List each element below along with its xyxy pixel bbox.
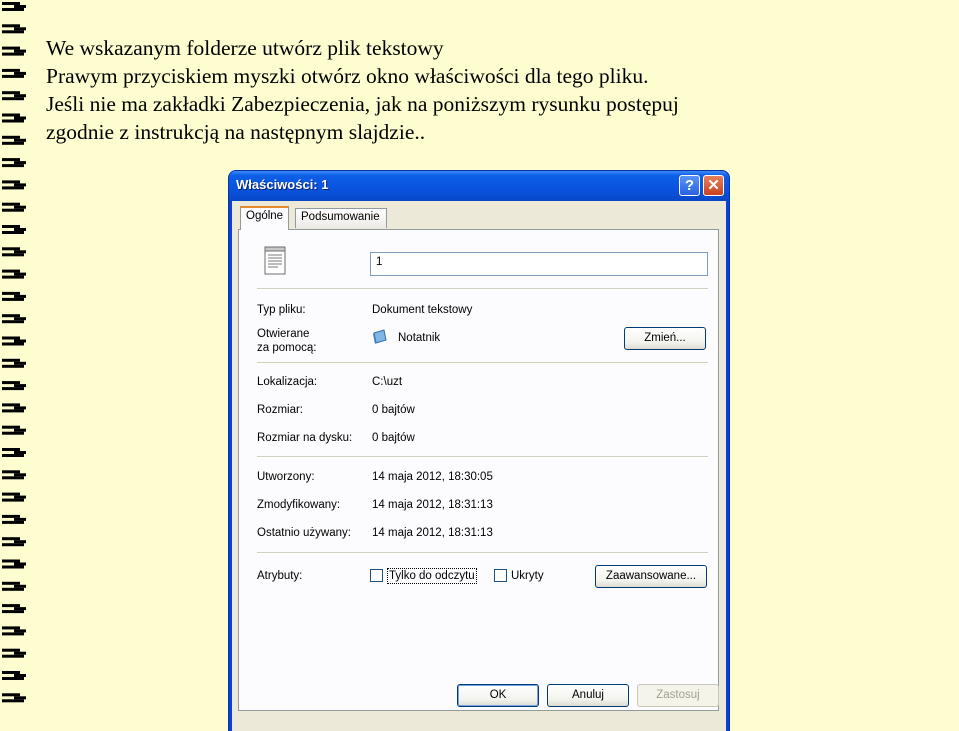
instruction-line: Prawym przyciskiem myszki otwórz okno wł… [46,64,649,88]
spiral-binding [2,2,26,703]
instruction-line: zgodnie z instrukcją na następnym slajdz… [46,120,426,144]
readonly-checkbox[interactable] [370,569,383,582]
dialog-title: Właściwości: 1 [236,177,329,192]
spiral-ring [2,158,26,168]
spiral-ring [2,381,26,391]
spiral-ring [2,425,26,435]
accessed-label: Ostatnio używany: [257,527,351,539]
spiral-ring [2,671,26,680]
location-label: Lokalizacja: [257,376,318,388]
spiral-ring [2,24,26,34]
dialog-client: Ogólne Podsumowanie 1 Typ pliku: Dokumen… [232,201,726,731]
apply-button[interactable]: Zastosuj [637,684,719,707]
close-button[interactable]: ✕ [703,175,724,196]
ok-button[interactable]: OK [457,684,539,707]
change-button[interactable]: Zmień... [624,327,706,350]
separator [257,456,708,458]
separator [257,552,708,554]
help-button[interactable]: ? [679,175,700,196]
properties-dialog: Właściwości: 1 ? ✕ Ogólne Podsumowanie 1… [229,171,729,731]
advanced-button[interactable]: Zaawansowane... [595,565,707,588]
spiral-ring [2,247,26,257]
separator [257,288,708,290]
spiral-ring [2,202,26,212]
spiral-ring [2,448,26,457]
spiral-ring [2,336,26,346]
spiral-ring [2,581,26,591]
slide-instructions: We wskazanym folderze utwórz plik teksto… [46,34,946,146]
spiral-ring [2,358,26,368]
spiral-ring [2,470,26,480]
spiral-ring [2,46,26,56]
file-type-label: Typ pliku: [257,304,306,316]
hidden-label[interactable]: Ukryty [511,569,544,583]
file-name-input[interactable]: 1 [370,252,708,276]
attributes-label: Atrybuty: [257,570,303,582]
modified-value: 14 maja 2012, 18:31:13 [372,499,493,511]
spiral-ring [2,291,26,301]
created-label: Utworzony: [257,471,315,483]
cancel-button[interactable]: Anuluj [547,684,629,707]
spiral-ring [2,68,26,78]
size-label: Rozmiar: [257,404,304,416]
spiral-ring [2,113,26,123]
tab-general[interactable]: Ogólne [240,206,290,230]
opens-with-label-line1: Otwierane [257,328,310,340]
spiral-ring [2,135,26,145]
spiral-ring [2,604,26,614]
location-value: C:\uzt [372,376,403,388]
tab-summary[interactable]: Podsumowanie [295,208,387,228]
readonly-label[interactable]: Tylko do odczytu [387,568,477,584]
spiral-ring [2,693,26,703]
opens-with-value: Notatnik [398,332,441,344]
spiral-ring [2,2,26,11]
accessed-value: 14 maja 2012, 18:31:13 [372,527,493,539]
spiral-ring [2,626,26,636]
general-tab-panel: 1 Typ pliku: Dokument tekstowy Otwierane… [238,229,719,711]
modified-label: Zmodyfikowany: [257,499,341,511]
spiral-ring [2,269,26,279]
spiral-ring [2,514,26,524]
spiral-ring [2,559,26,569]
spiral-ring [2,537,26,547]
size-value: 0 bajtów [372,404,415,416]
text-file-icon [264,246,286,275]
spiral-ring [2,314,26,324]
spiral-ring [2,91,26,101]
spiral-ring [2,492,26,502]
hidden-checkbox[interactable] [494,569,507,582]
spiral-ring [2,225,26,234]
instruction-line: We wskazanym folderze utwórz plik teksto… [46,36,444,60]
separator [257,362,708,364]
size-on-disk-value: 0 bajtów [372,432,415,444]
created-value: 14 maja 2012, 18:30:05 [372,471,493,483]
dialog-titlebar[interactable]: Właściwości: 1 ? ✕ [229,171,729,201]
spiral-ring [2,403,26,413]
spiral-ring [2,180,26,190]
spiral-ring [2,648,26,658]
instruction-line: Jeśli nie ma zakładki Zabezpieczenia, ja… [46,92,679,116]
opens-with-label-line2: za pomocą: [257,342,317,354]
file-type-value: Dokument tekstowy [372,304,473,316]
notepad-icon [373,329,387,344]
size-on-disk-label: Rozmiar na dysku: [257,432,353,444]
